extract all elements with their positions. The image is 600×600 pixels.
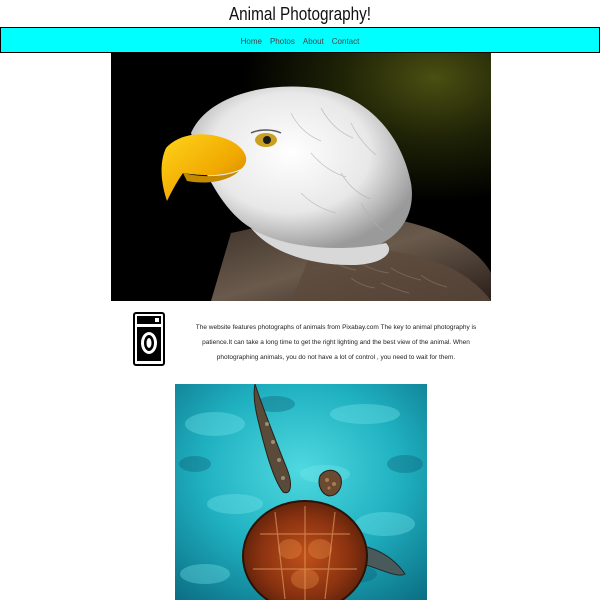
- sea-turtle-photo: [175, 384, 427, 600]
- site-title: Animal Photography!: [228, 4, 372, 24]
- nav-list: Home Photos About Contact: [241, 31, 360, 49]
- intro-section: The website features photographs of anim…: [133, 312, 488, 368]
- nav-link-photos[interactable]: Photos: [270, 37, 295, 46]
- camera-icon: [133, 312, 165, 366]
- nav-item-home: Home: [241, 31, 262, 49]
- nav-item-photos: Photos: [270, 31, 295, 49]
- nav-item-about: About: [303, 31, 324, 49]
- nav-link-contact[interactable]: Contact: [332, 37, 360, 46]
- nav-item-contact: Contact: [332, 31, 360, 49]
- nav-link-home[interactable]: Home: [241, 37, 262, 46]
- eagle-photo: [111, 53, 491, 301]
- nav-link-about[interactable]: About: [303, 37, 324, 46]
- navbar: Home Photos About Contact: [0, 27, 600, 53]
- intro-text: The website features photographs of anim…: [195, 324, 477, 361]
- page: Animal Photography! Home Photos About Co…: [0, 0, 600, 600]
